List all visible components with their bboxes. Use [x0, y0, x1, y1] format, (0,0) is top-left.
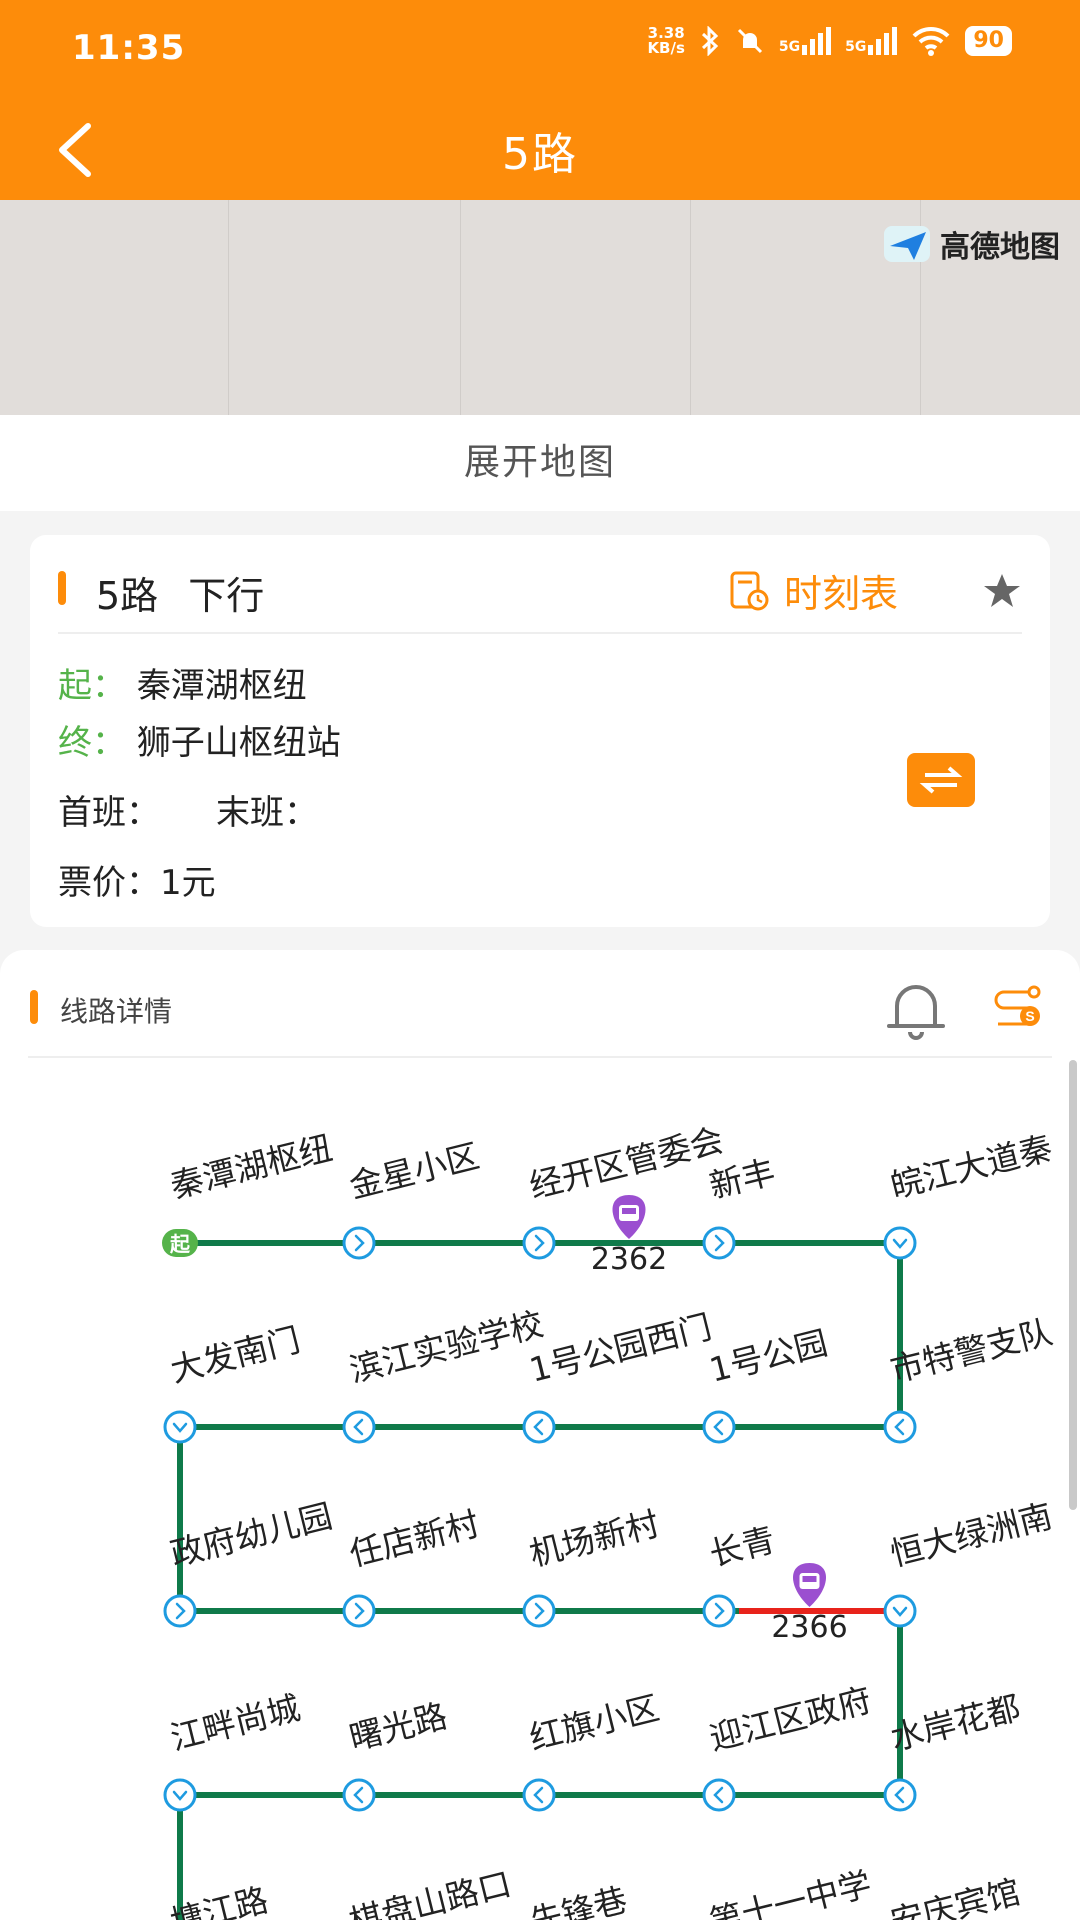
mute-bell-icon	[737, 28, 762, 54]
station-label[interactable]: 迎江区政府	[706, 1680, 876, 1758]
station-label[interactable]: 水岸花都	[887, 1688, 1025, 1758]
station-node[interactable]	[702, 1594, 736, 1628]
station-node[interactable]	[702, 1226, 736, 1260]
end-station: 终： 狮子山枢纽站	[58, 723, 341, 763]
swap-direction-button[interactable]	[907, 753, 975, 807]
bus-window	[622, 1208, 636, 1214]
station-label[interactable]: 棋盘山路口	[346, 1864, 516, 1920]
station-label[interactable]: 先锋巷	[526, 1880, 631, 1920]
amap-logo-icon	[884, 226, 930, 262]
station-node[interactable]	[163, 1778, 197, 1812]
station-node[interactable]	[883, 1778, 917, 1812]
station-label[interactable]: 皖江大道秦	[887, 1128, 1057, 1206]
station-label[interactable]: 1号公园	[706, 1323, 832, 1390]
station-node[interactable]	[883, 1226, 917, 1260]
station-label[interactable]: 金星小区	[346, 1136, 484, 1206]
service-hours: 首班： 末班：	[58, 793, 318, 833]
station-label[interactable]: 长青	[706, 1520, 779, 1574]
fare: 票价：1元	[58, 863, 216, 903]
bus-plate: 2366	[771, 1610, 847, 1645]
station-node[interactable]	[522, 1226, 556, 1260]
expand-map-button[interactable]: 展开地图	[0, 415, 1080, 511]
station-label[interactable]: 机场新村	[526, 1504, 664, 1574]
route-diagram: 起秦潭湖枢纽 金星小区 经开区管委会新丰 皖江大道秦大发南门 滨江实验学校1号公园西门1…	[162, 1120, 1057, 1920]
station-label[interactable]: 曙光路	[346, 1696, 451, 1758]
station-label[interactable]: 市特警支队	[887, 1312, 1057, 1390]
station-label[interactable]: 江畔尚城	[167, 1688, 305, 1758]
signal-2: 5G	[845, 27, 898, 55]
station-node[interactable]	[163, 1594, 197, 1628]
station-node[interactable]	[522, 1594, 556, 1628]
station-label[interactable]: 1号公园西门	[526, 1307, 716, 1390]
timetable-icon	[730, 571, 769, 610]
status-time: 11:35	[72, 28, 186, 68]
network-speed: 3.38 KB/s	[647, 24, 685, 57]
bus-window	[802, 1576, 817, 1582]
station-node[interactable]	[342, 1778, 376, 1812]
wifi-icon	[912, 26, 950, 56]
signal-bars-icon	[802, 27, 832, 55]
divider	[58, 632, 1022, 634]
station-label[interactable]: 滨江实验学校	[346, 1304, 548, 1390]
start-badge-label: 起	[169, 1232, 191, 1256]
scrollbar[interactable]	[1069, 1060, 1077, 1510]
station-label[interactable]: 安庆宾馆	[887, 1872, 1025, 1920]
accent-bar	[58, 571, 66, 605]
station-node[interactable]	[342, 1226, 376, 1260]
bus-plate: 2362	[591, 1242, 667, 1277]
timetable-button[interactable]: 时刻表	[728, 563, 898, 618]
top-bar: 11:35 3.38 KB/s 5G 5G 90 5路	[0, 0, 1080, 200]
battery-indicator: 90	[965, 26, 1012, 56]
line-info-card: 5路 下行 时刻表 起： 秦潭湖枢纽 终： 狮子山枢纽站 首班： 末班： 票价：1元	[30, 535, 1050, 927]
station-node[interactable]	[342, 1594, 376, 1628]
station-node[interactable]	[522, 1778, 556, 1812]
start-station: 起： 秦潭湖枢纽	[58, 666, 307, 706]
status-icons: 3.38 KB/s 5G 5G 90	[647, 26, 1012, 56]
station-node[interactable]	[702, 1778, 736, 1812]
bluetooth-icon	[701, 26, 719, 56]
station-label[interactable]: 经开区管委会	[526, 1120, 728, 1206]
map-view[interactable]: 高德地图	[0, 200, 1080, 415]
station-label[interactable]: 政府幼儿园	[167, 1496, 337, 1574]
station-node[interactable]	[522, 1410, 556, 1444]
station-node[interactable]	[883, 1594, 917, 1628]
amap-logo: 高德地图	[884, 222, 1060, 266]
line-detail-panel: 线路详情 S 起秦潭湖枢纽 金星小区 经开区管委会 新丰 皖江大道秦 大发南门 滨江实验学校…	[0, 950, 1080, 1920]
station-node[interactable]	[883, 1410, 917, 1444]
signal-1: 5G	[779, 27, 832, 55]
page-title: 5路	[502, 129, 578, 180]
station-label[interactable]: 秦潭湖枢纽	[167, 1128, 337, 1206]
station-label[interactable]: 任店新村	[346, 1504, 484, 1574]
station-node[interactable]	[163, 1410, 197, 1444]
station-label[interactable]: 大发南门	[167, 1320, 305, 1390]
station-label[interactable]: 恒大绿洲南	[887, 1496, 1057, 1574]
station-label[interactable]: 第十一中学	[706, 1864, 876, 1920]
station-label[interactable]: 红旗小区	[526, 1688, 664, 1758]
station-node[interactable]	[702, 1410, 736, 1444]
favorite-star-icon[interactable]	[982, 571, 1022, 611]
station-node[interactable]	[342, 1410, 376, 1444]
route-direction: 5路 下行	[96, 574, 265, 618]
signal-bars-icon	[868, 27, 898, 55]
swap-arrows-icon	[919, 766, 963, 794]
